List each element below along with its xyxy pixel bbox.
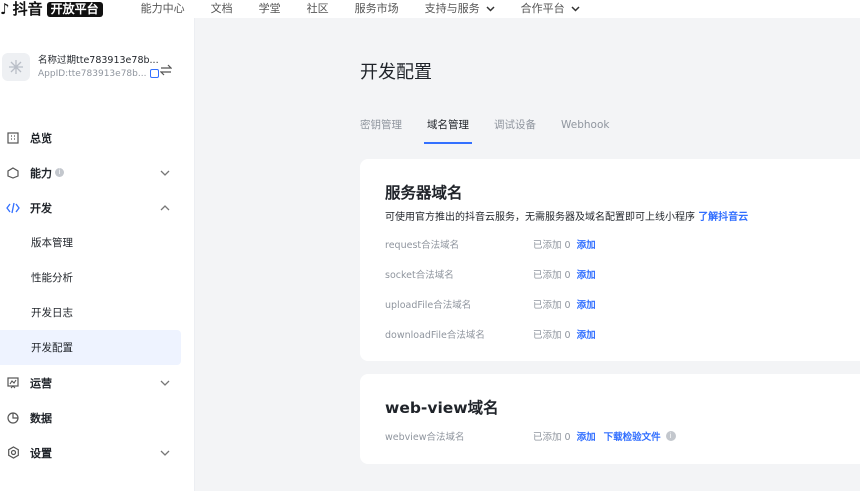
logo-badge: 开放平台 <box>46 1 103 17</box>
sub-item-label: 开发配置 <box>31 342 73 354</box>
add-domain-button[interactable]: 添加 <box>577 429 596 443</box>
chevron-down-icon <box>160 450 170 456</box>
nav-label: 支持与服务 <box>424 2 480 15</box>
domain-count: 已添加 0 <box>533 300 571 311</box>
copy-icon[interactable] <box>150 69 160 78</box>
sub-item-label: 版本管理 <box>31 237 73 249</box>
tab-keys[interactable]: 密钥管理 <box>360 110 402 144</box>
sub-item-label: 性能分析 <box>31 272 73 284</box>
app-card: 名称过期tte783913e78b... AppID:tte783913e78b… <box>2 53 160 81</box>
sidebar-menu: 总览 能力 i 开发 版本管理 性能分析 开发日志 开发配置 运营 数据 设置 <box>0 120 195 470</box>
tab-debug-devices[interactable]: 调试设备 <box>494 110 536 144</box>
webview-domain-card: web-view域名 webview合法域名 已添加 0 添加 下载检验文件 i <box>360 374 860 464</box>
server-domain-card: 服务器域名 可使用官方推出的抖音云服务，无需服务器及域名配置即可上线小程序 了解… <box>360 159 860 361</box>
description-text: 可使用官方推出的抖音云服务，无需服务器及域名配置即可上线小程序 <box>385 212 695 223</box>
chevron-down-icon <box>160 170 170 176</box>
sidebar-item-label: 总览 <box>30 131 52 145</box>
nav-item-support[interactable]: 支持与服务 <box>425 2 495 16</box>
domain-label: socket合法域名 <box>385 270 454 281</box>
tab-webhook[interactable]: Webhook <box>561 110 609 144</box>
nav-item-docs[interactable]: 文档 <box>211 2 233 16</box>
chevron-up-icon <box>160 204 170 210</box>
sidebar-item-data[interactable]: 数据 <box>0 400 195 435</box>
app-id: AppID:tte783913e78b... <box>38 68 147 79</box>
sidebar-item-settings[interactable]: 设置 <box>0 435 195 470</box>
domain-count: 已添加 0 <box>533 240 571 251</box>
domain-row-webview: webview合法域名 已添加 0 添加 下载检验文件 i <box>385 428 676 444</box>
sidebar-item-label: 设置 <box>30 446 52 460</box>
switch-app-icon[interactable] <box>160 64 172 76</box>
add-domain-button[interactable]: 添加 <box>577 297 596 311</box>
main-nav: 能力中心 文档 学堂 社区 服务市场 支持与服务 合作平台 <box>141 0 606 18</box>
nav-label: 服务市场 <box>354 2 399 15</box>
sidebar-sub-version[interactable]: 版本管理 <box>0 225 195 260</box>
info-icon[interactable]: i <box>55 168 64 177</box>
sidebar-item-label: 能力 <box>30 166 52 180</box>
domain-label: request合法域名 <box>385 240 460 251</box>
chart-board-icon <box>6 376 20 390</box>
app-name: 名称过期tte783913e78b... <box>38 54 159 66</box>
sub-item-label: 开发日志 <box>31 307 73 319</box>
app-info: 名称过期tte783913e78b... AppID:tte783913e78b… <box>38 54 160 81</box>
code-icon <box>6 201 20 215</box>
domain-count: 已添加 0 <box>533 330 571 341</box>
nav-item-service-market[interactable]: 服务市场 <box>355 2 399 16</box>
nav-label: 学堂 <box>258 2 281 15</box>
learn-douyin-cloud-link[interactable]: 了解抖音云 <box>698 212 748 223</box>
domain-label: webview合法域名 <box>385 432 465 443</box>
add-domain-button[interactable]: 添加 <box>577 327 596 341</box>
add-domain-button[interactable]: 添加 <box>577 237 596 251</box>
help-icon[interactable]: i <box>665 431 676 441</box>
card-title: web-view域名 <box>385 399 499 417</box>
card-description: 可使用官方推出的抖音云服务，无需服务器及域名配置即可上线小程序 了解抖音云 <box>385 208 748 223</box>
sidebar-item-operate[interactable]: 运营 <box>0 365 195 400</box>
domain-count: 已添加 0 <box>533 270 571 281</box>
tiktok-note-icon: ♪ <box>0 0 10 18</box>
nav-label: 社区 <box>306 2 329 15</box>
sidebar-item-label: 开发 <box>30 201 52 215</box>
sidebar-sub-performance[interactable]: 性能分析 <box>0 260 195 295</box>
chevron-down-icon <box>486 6 495 12</box>
douyin-logo[interactable]: ♪ 抖音 开放平台 <box>0 0 103 18</box>
grid-icon <box>6 131 20 145</box>
top-nav-bar: ♪ 抖音 开放平台 能力中心 文档 学堂 社区 服务市场 支持与服务 合作平台 <box>0 0 860 18</box>
nav-label: 合作平台 <box>520 2 565 15</box>
card-title: 服务器域名 <box>385 184 463 202</box>
domain-row-request: request合法域名 已添加 0 添加 <box>385 236 596 252</box>
nav-item-ability-center[interactable]: 能力中心 <box>141 2 185 16</box>
nav-label: 文档 <box>210 2 233 15</box>
chevron-down-icon <box>160 380 170 386</box>
chevron-down-icon <box>571 6 580 12</box>
sidebar: 名称过期tte783913e78b... AppID:tte783913e78b… <box>0 18 195 491</box>
nav-item-partner[interactable]: 合作平台 <box>521 2 580 16</box>
sidebar-item-label: 运营 <box>30 376 52 390</box>
sidebar-sub-dev-config[interactable]: 开发配置 <box>0 330 181 365</box>
pie-chart-icon <box>6 411 20 425</box>
download-verify-file-link[interactable]: 下载检验文件 <box>604 429 661 443</box>
sidebar-item-overview[interactable]: 总览 <box>0 120 195 155</box>
domain-row-upload: uploadFile合法域名 已添加 0 添加 <box>385 296 596 312</box>
add-domain-button[interactable]: 添加 <box>577 267 596 281</box>
logo-text: 抖音 <box>12 0 43 18</box>
sidebar-item-develop[interactable]: 开发 <box>0 190 195 225</box>
domain-row-download: downloadFile合法域名 已添加 0 添加 <box>385 326 596 342</box>
page-title: 开发配置 <box>360 62 432 83</box>
app-avatar <box>2 53 30 81</box>
domain-label: uploadFile合法域名 <box>385 300 472 311</box>
tab-domains[interactable]: 域名管理 <box>424 110 472 144</box>
sidebar-sub-dev-log[interactable]: 开发日志 <box>0 295 195 330</box>
domain-label: downloadFile合法域名 <box>385 330 485 341</box>
gear-icon <box>6 446 20 460</box>
nav-item-academy[interactable]: 学堂 <box>259 2 281 16</box>
sidebar-item-label: 数据 <box>30 411 52 425</box>
domain-count: 已添加 0 <box>533 432 571 443</box>
domain-row-socket: socket合法域名 已添加 0 添加 <box>385 266 596 282</box>
cube-icon <box>6 166 20 180</box>
app-placeholder-icon <box>9 60 23 74</box>
nav-item-community[interactable]: 社区 <box>307 2 329 16</box>
config-tabs: 密钥管理 域名管理 调试设备 Webhook <box>360 110 634 144</box>
sidebar-item-ability[interactable]: 能力 i <box>0 155 195 190</box>
app-id-row: AppID:tte783913e78b... <box>38 67 160 81</box>
nav-label: 能力中心 <box>140 2 185 15</box>
